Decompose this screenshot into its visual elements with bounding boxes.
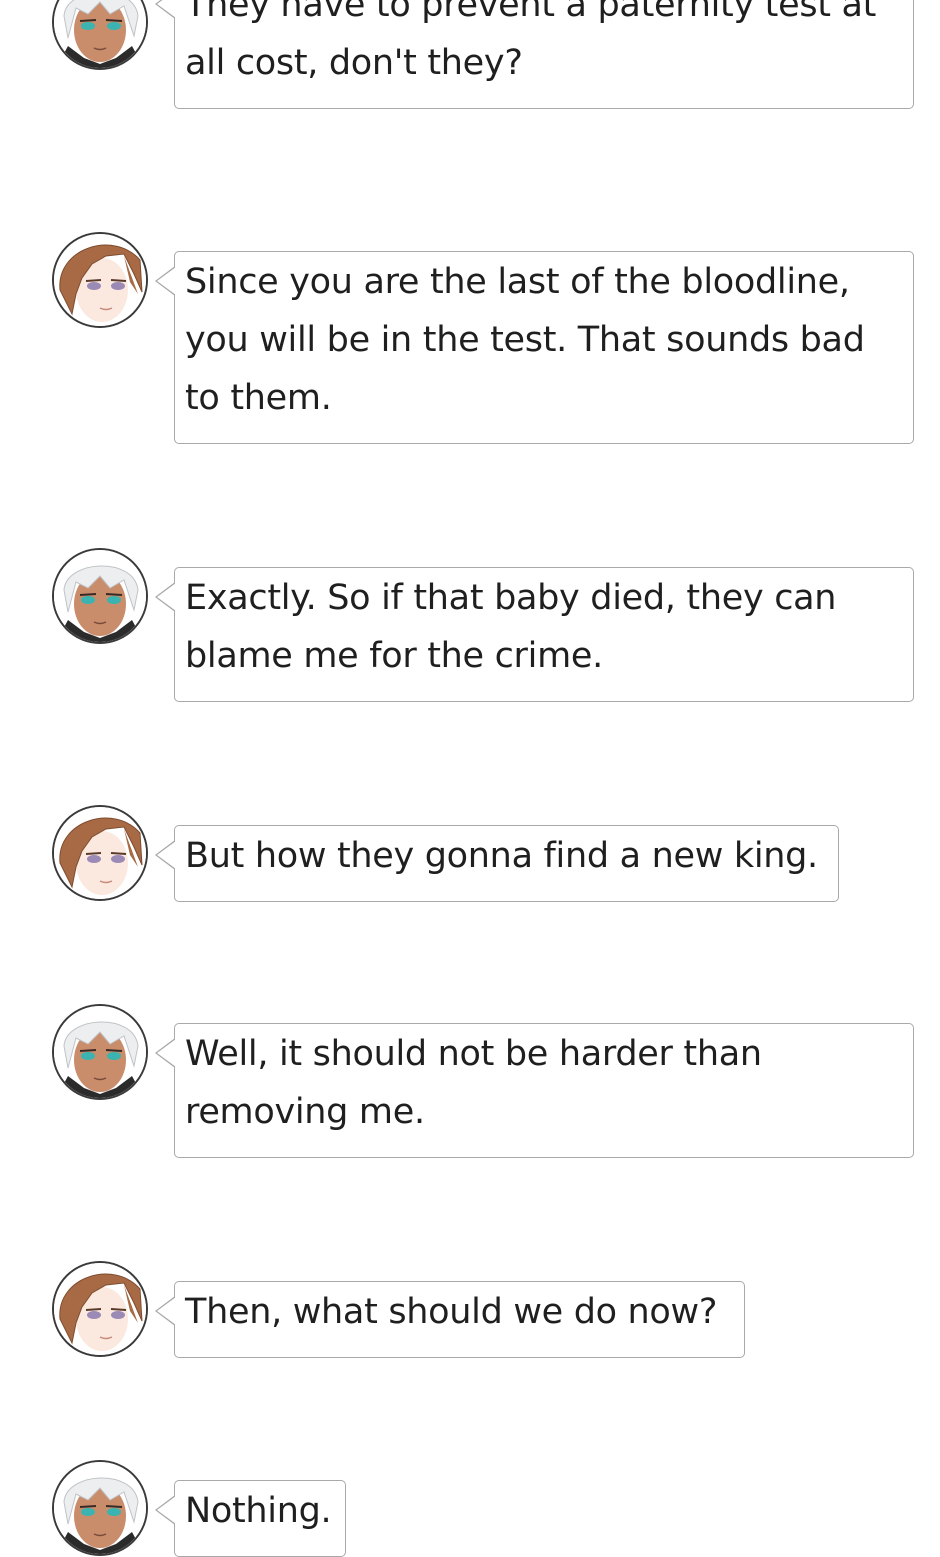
white-haired-avatar-icon — [54, 0, 146, 68]
avatar-brown-haired[interactable] — [52, 1261, 148, 1357]
message-text: They have to prevent a paternity test at… — [185, 0, 877, 83]
avatar-white-haired[interactable] — [52, 1460, 148, 1556]
avatar-brown-haired[interactable] — [52, 232, 148, 328]
message-bubble: Nothing. — [155, 1480, 346, 1557]
message-bubble: But how they gonna find a new king. — [155, 825, 839, 902]
message-bubble: Then, what should we do now? — [155, 1281, 745, 1358]
message-bubble: Since you are the last of the bloodline,… — [155, 251, 914, 444]
brown-haired-avatar-icon — [54, 1263, 146, 1355]
avatar-white-haired[interactable] — [52, 548, 148, 644]
brown-haired-avatar-icon — [54, 807, 146, 899]
chat-log: They have to prevent a paternity test at… — [0, 0, 940, 1557]
white-haired-avatar-icon — [54, 1006, 146, 1098]
message-text: Since you are the last of the bloodline,… — [185, 262, 865, 418]
white-haired-avatar-icon — [54, 550, 146, 642]
message-bubble: They have to prevent a paternity test at… — [155, 0, 914, 109]
message-text: Well, it should not be harder than remov… — [185, 1034, 762, 1132]
message-text: Exactly. So if that baby died, they can … — [185, 578, 837, 676]
avatar-white-haired[interactable] — [52, 1004, 148, 1100]
avatar-brown-haired[interactable] — [52, 805, 148, 901]
white-haired-avatar-icon — [54, 1462, 146, 1554]
brown-haired-avatar-icon — [54, 234, 146, 326]
avatar-white-haired[interactable] — [52, 0, 148, 70]
message-text: Nothing. — [185, 1491, 332, 1531]
message-bubble: Well, it should not be harder than remov… — [155, 1023, 914, 1158]
message-bubble: Exactly. So if that baby died, they can … — [155, 567, 914, 702]
message-text: But how they gonna find a new king. — [185, 836, 818, 876]
message-text: Then, what should we do now? — [185, 1292, 718, 1332]
